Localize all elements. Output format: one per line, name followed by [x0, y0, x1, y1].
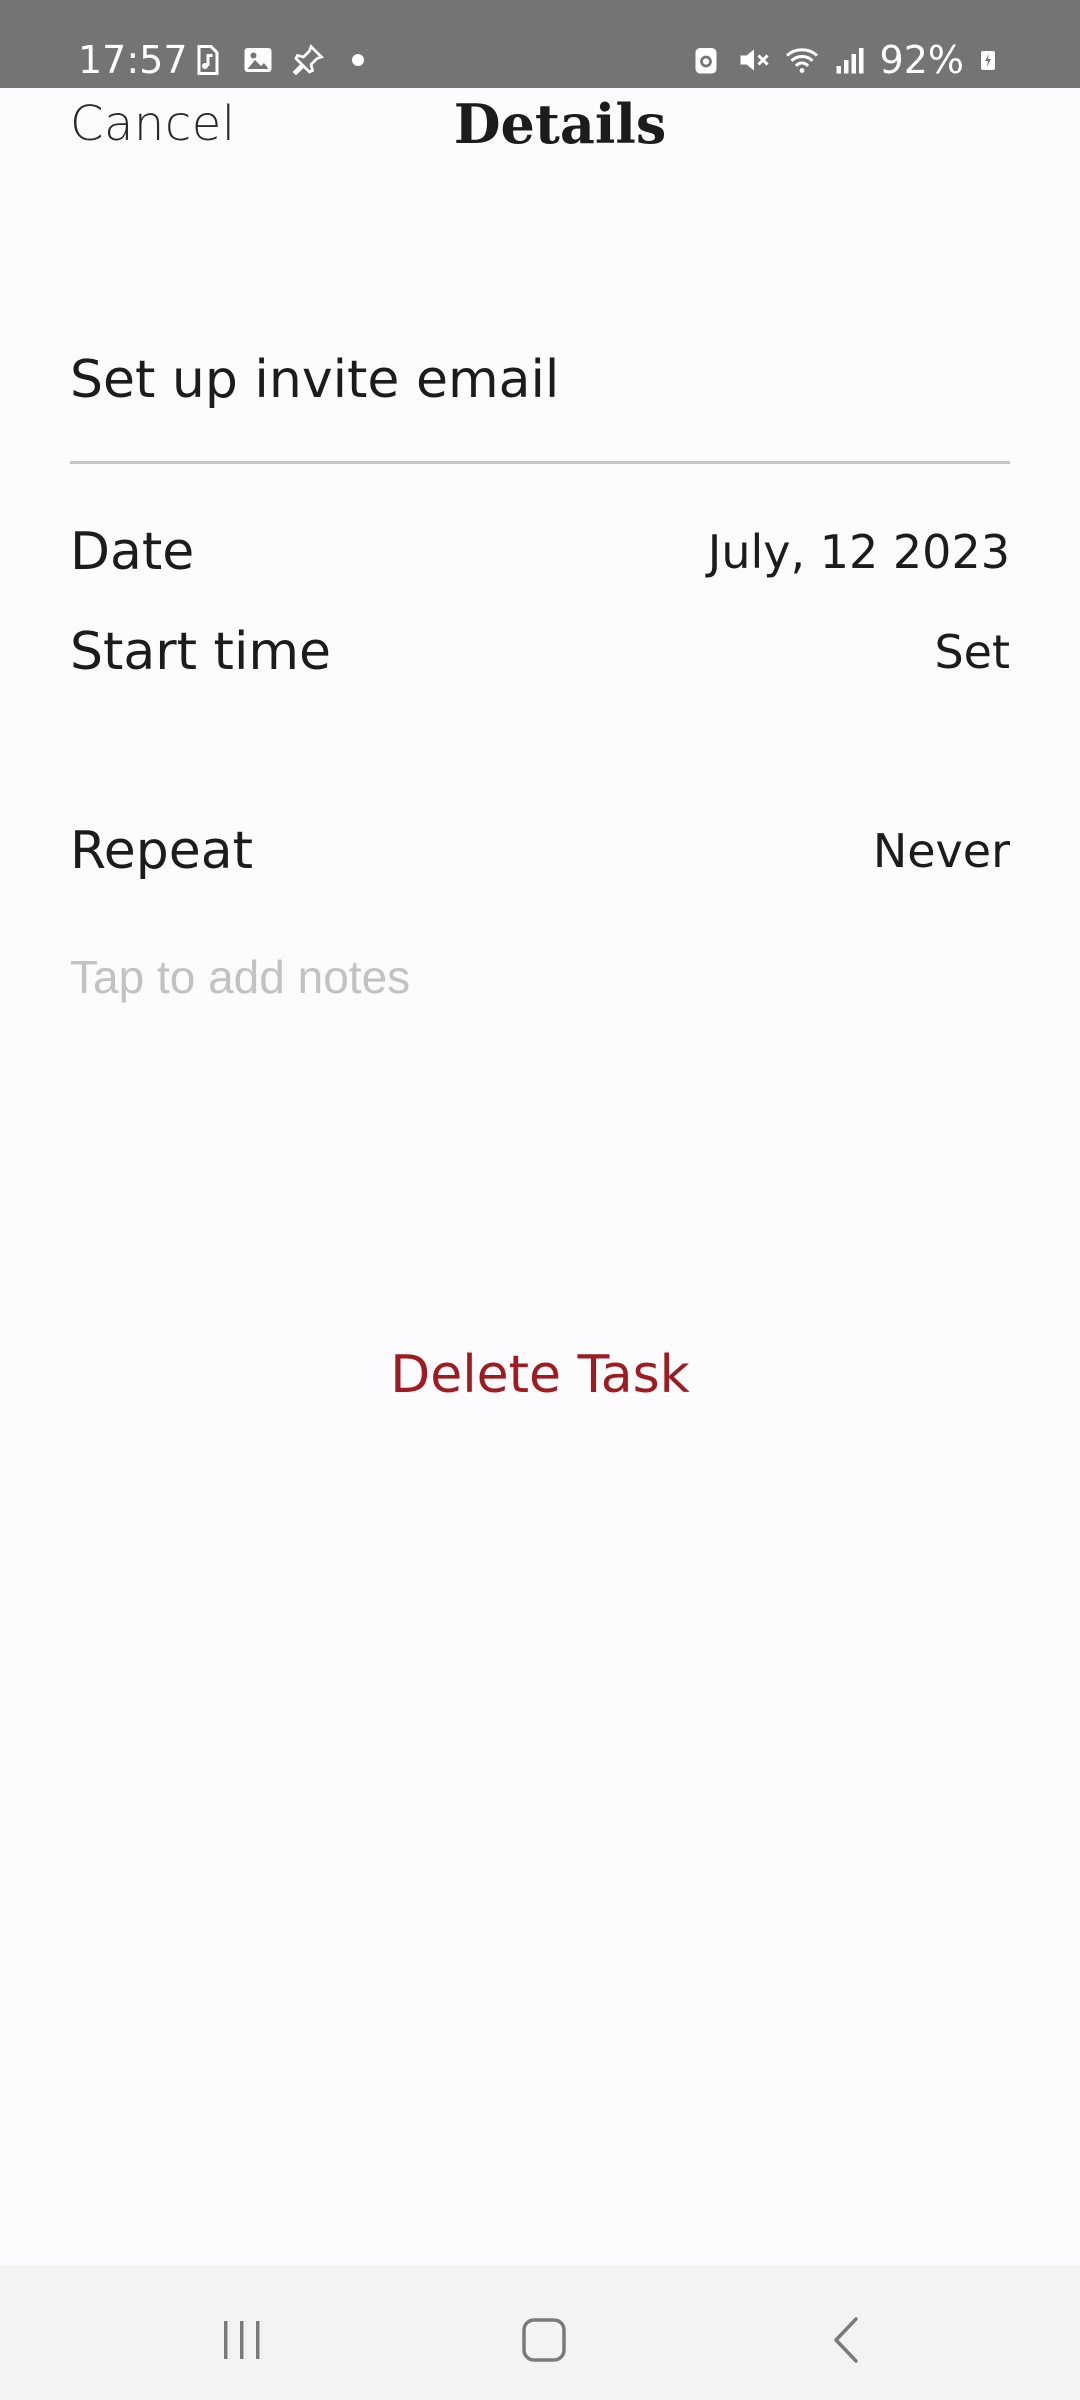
back-button[interactable] — [816, 2310, 876, 2370]
recents-icon — [224, 2321, 260, 2359]
navigation-bar — [0, 2265, 1080, 2400]
battery-saver-icon — [695, 48, 717, 74]
recents-button[interactable] — [212, 2310, 272, 2370]
home-icon — [522, 2318, 566, 2362]
date-value[interactable]: July, 12 2023 — [708, 525, 1010, 579]
dot-icon — [352, 54, 364, 66]
notes-input[interactable]: Tap to add notes — [70, 950, 410, 1004]
status-system-icons: 92% — [688, 38, 1000, 82]
pin-icon — [292, 44, 324, 76]
repeat-row[interactable]: Repeat Never — [70, 811, 1010, 891]
signal-icon — [836, 48, 864, 74]
image-icon — [244, 48, 272, 72]
date-row[interactable]: Date July, 12 2023 — [70, 512, 1010, 592]
repeat-label: Repeat — [70, 821, 254, 881]
status-time: 17:57 — [78, 38, 188, 82]
status-bar: 17:57 92% — [0, 0, 1080, 88]
divider — [70, 461, 1010, 464]
date-label: Date — [70, 522, 195, 582]
battery-percentage: 92% — [879, 38, 964, 82]
back-icon — [834, 2317, 858, 2363]
start-time-value[interactable]: Set — [934, 625, 1010, 679]
task-title-field[interactable]: Set up invite email — [70, 350, 559, 410]
battery-charging-icon — [981, 51, 995, 70]
repeat-value[interactable]: Never — [873, 824, 1010, 878]
page-title: Details — [453, 92, 667, 156]
start-time-row[interactable]: Start time Set — [70, 612, 1010, 692]
mute-icon — [740, 49, 769, 71]
home-button[interactable] — [514, 2310, 574, 2370]
wifi-icon — [785, 48, 818, 73]
start-time-label: Start time — [70, 622, 332, 682]
music-file-icon — [197, 45, 219, 75]
status-notification-icons — [190, 42, 376, 78]
delete-task-button[interactable]: Delete Task — [0, 1345, 1080, 1405]
